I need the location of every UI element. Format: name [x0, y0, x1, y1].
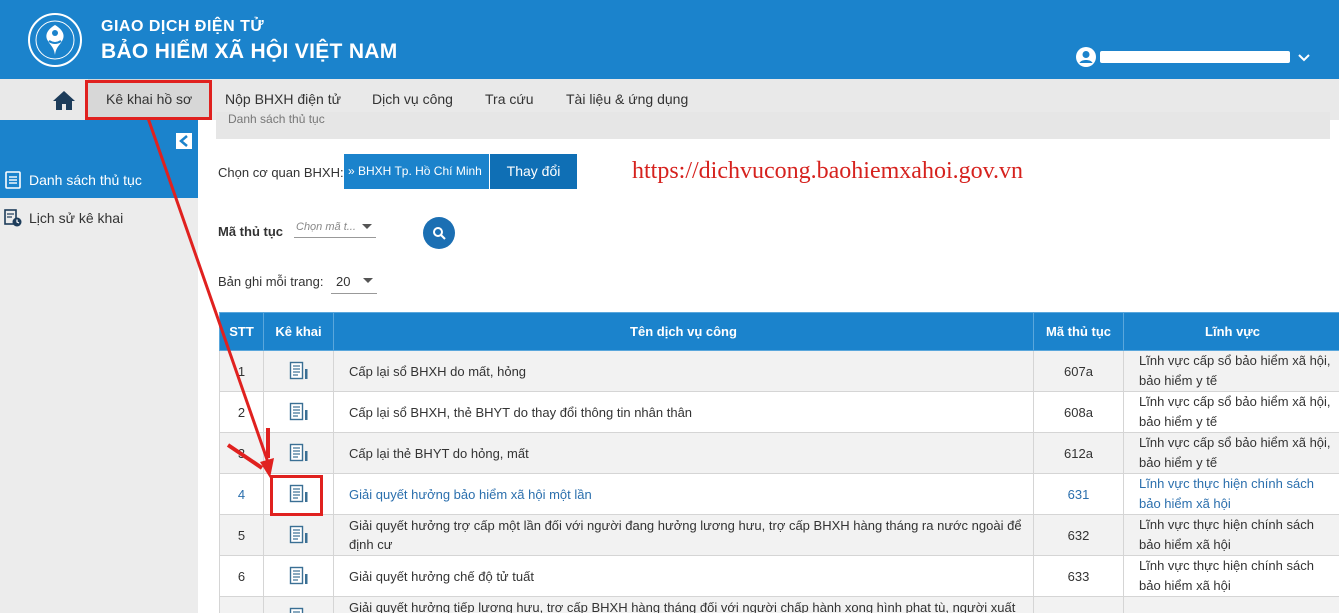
site-url-watermark: https://dichvucong.baohiemxahoi.gov.vn — [632, 158, 1024, 184]
col-header-ma-thu-tuc: Mã thủ tục — [1033, 312, 1124, 351]
breadcrumb: Danh sách thủ tục — [216, 112, 1330, 139]
cell-procedure-code: 633 — [1033, 555, 1124, 597]
cell-stt: 3 — [219, 432, 264, 474]
cell-service-name: Cấp lại sổ BHXH, thẻ BHYT do thay đổi th… — [333, 391, 1034, 433]
cell-procedure-code — [1033, 596, 1124, 613]
app-header: GIAO DỊCH ĐIỆN TỬ BẢO HIỂM XÃ HỘI VIỆT N… — [0, 0, 1339, 79]
cell-procedure-code: 631 — [1033, 473, 1124, 515]
col-header-ke-khai: Kê khai — [263, 312, 334, 351]
annotation-highlight-nav — [85, 80, 212, 120]
cell-stt: 7 — [219, 596, 264, 613]
code-label: Mã thủ tục — [218, 224, 283, 239]
cell-ke-khai[interactable] — [263, 350, 334, 392]
agency-label: Chọn cơ quan BHXH: — [218, 165, 344, 180]
chevron-down-icon[interactable] — [1296, 49, 1312, 65]
search-icon — [433, 227, 446, 240]
cell-stt: 6 — [219, 555, 264, 597]
brand-title-line2: BẢO HIỂM XÃ HỘI VIỆT NAM — [101, 40, 398, 63]
cell-ke-khai[interactable] — [263, 555, 334, 597]
procedures-table: STT Kê khai Tên dịch vụ công Mã thủ tục … — [219, 312, 1339, 613]
cell-field: Lĩnh vực cấp sổ bảo hiểm xã hội, bảo hiể… — [1123, 432, 1339, 474]
cell-field-text: Lĩnh vực cấp sổ bảo hiểm xã hội, bảo hiể… — [1139, 394, 1331, 429]
cell-procedure-code: 607a — [1033, 350, 1124, 392]
cell-service-name: Giải quyết hưởng chế độ tử tuất — [333, 555, 1034, 597]
table-row[interactable]: 1 Cấp lại sổ BHXH do mất, hỏng 607a Lĩnh vự… — [219, 350, 1339, 392]
home-icon[interactable] — [52, 89, 76, 111]
cell-stt: 5 — [219, 514, 264, 556]
history-document-icon — [4, 209, 22, 227]
cell-service-name[interactable]: Giải quyết hưởng bảo hiểm xã hội một lần — [333, 473, 1034, 515]
col-header-ten-dich-vu: Tên dịch vụ công — [333, 312, 1034, 351]
page-size-select[interactable]: 20 — [331, 270, 377, 294]
table-row[interactable]: 6 Giải quyết hưởng chế độ tử tuất 633 Lĩnh … — [219, 555, 1339, 597]
vss-logo-icon[interactable] — [26, 11, 84, 69]
cell-stt: 2 — [219, 391, 264, 433]
cell-service-name: Cấp lại thẻ BHYT do hỏng, mất — [333, 432, 1034, 474]
sidebar-item-label: Lịch sử kê khai — [29, 210, 124, 226]
search-button[interactable] — [423, 217, 455, 249]
list-document-icon — [5, 171, 21, 189]
annotation-highlight-declare-icon — [270, 475, 323, 516]
user-name-redacted — [1100, 51, 1290, 63]
sidebar-item-label: Danh sách thủ tục — [29, 172, 142, 188]
declare-form-icon[interactable] — [289, 361, 309, 381]
declare-form-icon[interactable] — [289, 566, 309, 586]
cell-field: Lĩnh vực thực hiện chính sách bảo hiểm x… — [1123, 473, 1339, 515]
chevron-down-icon — [363, 278, 373, 283]
cell-field-text: Lĩnh vực cấp sổ bảo hiểm xã hội, bảo hiể… — [1139, 353, 1331, 388]
procedure-code-select[interactable]: Chọn mã t... — [294, 216, 376, 238]
user-menu[interactable] — [1076, 46, 1312, 68]
col-header-linh-vuc: Lĩnh vực — [1123, 312, 1339, 351]
cell-ke-khai[interactable] — [263, 391, 334, 433]
cell-field-text: Lĩnh vực thực hiện chính sách bảo hiểm x… — [1139, 476, 1314, 511]
cell-procedure-code: 608a — [1033, 391, 1124, 433]
cell-procedure-code: 612a — [1033, 432, 1124, 474]
declare-form-icon[interactable] — [289, 525, 309, 545]
collapse-sidebar-icon[interactable] — [176, 133, 192, 149]
cell-field: Lĩnh vực cấp sổ bảo hiểm xã hội, bảo hiể… — [1123, 350, 1339, 392]
procedure-code-placeholder: Chọn mã t... — [296, 220, 356, 233]
sidebar-item-danh-sach-thu-tuc[interactable]: Danh sách thủ tục — [0, 162, 198, 198]
cell-service-name: Cấp lại sổ BHXH do mất, hỏng — [333, 350, 1034, 392]
declare-form-icon[interactable] — [289, 607, 309, 613]
table-row[interactable]: 4 Giải quyết hưởng bảo hiểm xã hội một lầ… — [219, 473, 1339, 515]
table-row[interactable]: 7 Giải quyết hưởng tiếp lương hưu, trợ cấ… — [219, 596, 1339, 613]
cell-field: Lĩnh vực thực hiện chính sách bảo hiểm x… — [1123, 514, 1339, 556]
cell-field: Lĩnh vực thực hiện chính sách bảo hiểm x… — [1123, 555, 1339, 597]
declare-form-icon[interactable] — [289, 443, 309, 463]
agency-value[interactable]: » BHXH Tp. Hồ Chí Minh — [344, 154, 489, 189]
cell-ke-khai[interactable] — [263, 432, 334, 474]
page-size-value: 20 — [336, 274, 351, 289]
page-size-label: Bản ghi mỗi trang: — [218, 274, 324, 289]
sidebar-header — [0, 120, 198, 162]
user-circle-icon — [1076, 47, 1096, 67]
sidebar: Danh sách thủ tục Lịch sử kê khai — [0, 162, 198, 613]
cell-stt: 1 — [219, 350, 264, 392]
cell-field — [1123, 596, 1339, 613]
cell-stt: 4 — [219, 473, 264, 515]
table-header-row: STT Kê khai Tên dịch vụ công Mã thủ tục … — [219, 312, 1339, 351]
cell-ke-khai[interactable] — [263, 514, 334, 556]
sidebar-item-lich-su-ke-khai[interactable]: Lịch sử kê khai — [0, 200, 198, 236]
cell-ke-khai[interactable] — [263, 596, 334, 613]
brand-title-line1: GIAO DỊCH ĐIỆN TỬ — [101, 18, 265, 35]
table-row[interactable]: 2 Cấp lại sổ BHXH, thẻ BHYT do thay đổi t… — [219, 391, 1339, 433]
cell-procedure-code: 632 — [1033, 514, 1124, 556]
cell-service-name: Giải quyết hưởng trợ cấp một lần đối với… — [333, 514, 1034, 556]
table-row[interactable]: 5 Giải quyết hưởng trợ cấp một lần đối vớ… — [219, 514, 1339, 556]
table-row[interactable]: 3 Cấp lại thẻ BHYT do hỏng, mất 612a Lĩnh v… — [219, 432, 1339, 474]
cell-service-name: Giải quyết hưởng tiếp lương hưu, trợ cấp… — [333, 596, 1034, 613]
cell-field-text: Lĩnh vực cấp sổ bảo hiểm xã hội, bảo hiể… — [1139, 435, 1331, 470]
cell-field: Lĩnh vực cấp sổ bảo hiểm xã hội, bảo hiể… — [1123, 391, 1339, 433]
cell-field-text: Lĩnh vực thực hiện chính sách bảo hiểm x… — [1139, 517, 1314, 552]
declare-form-icon[interactable] — [289, 402, 309, 422]
col-header-stt: STT — [219, 312, 264, 351]
chevron-down-icon — [362, 224, 372, 229]
change-agency-button[interactable]: Thay đổi — [490, 154, 577, 189]
cell-field-text: Lĩnh vực thực hiện chính sách bảo hiểm x… — [1139, 558, 1314, 593]
